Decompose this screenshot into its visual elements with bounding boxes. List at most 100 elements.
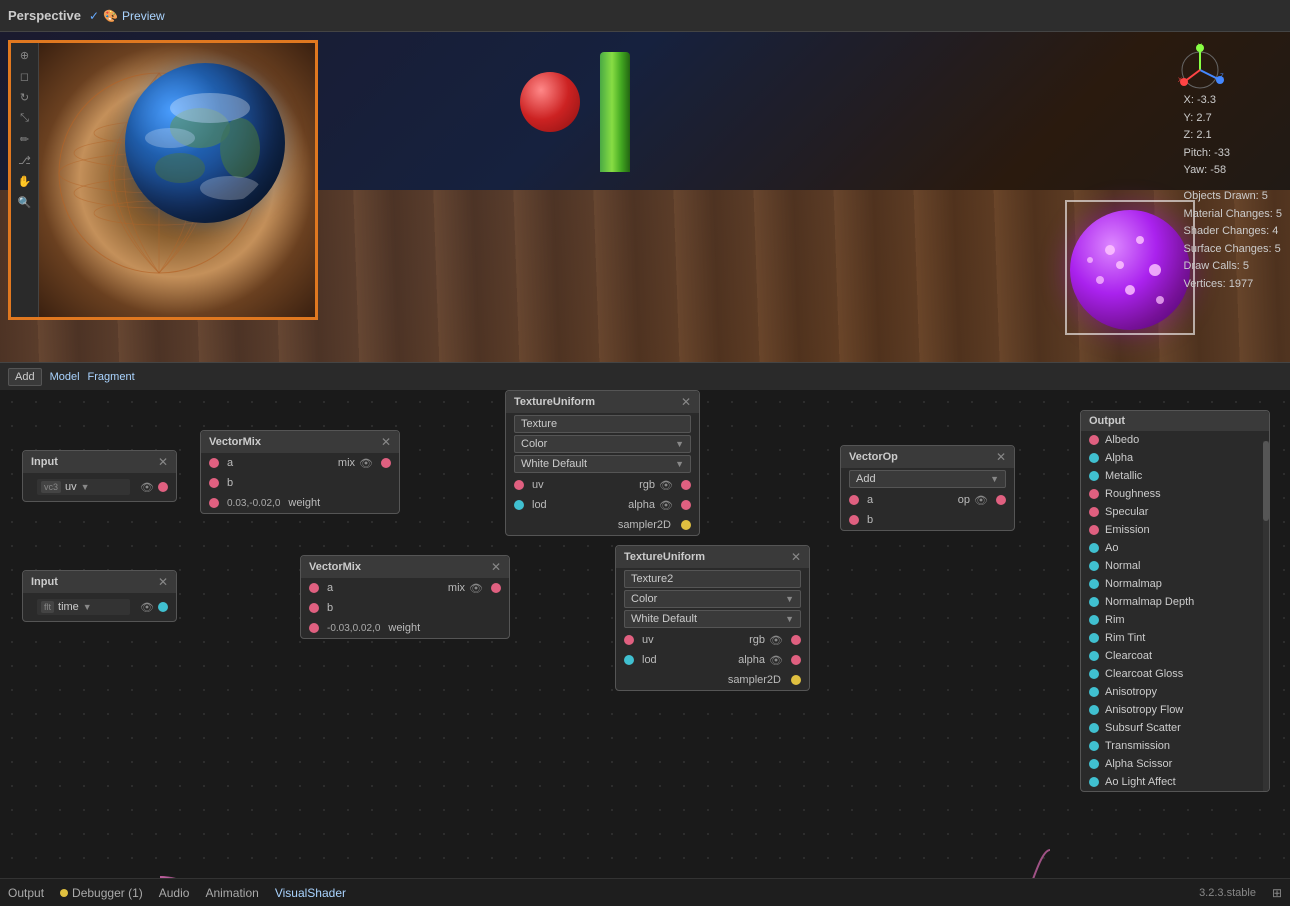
out-metallic-socket[interactable] — [1089, 471, 1099, 481]
tex1-alpha-eye[interactable]: 👁 — [659, 499, 673, 512]
out-transmission-socket[interactable] — [1089, 741, 1099, 751]
texture-uniform-1: TextureUniform ✕ Texture Color ▼ White D… — [505, 390, 700, 536]
tex2-sampler-socket[interactable] — [791, 675, 801, 685]
vm1-weight-socket[interactable] — [209, 498, 219, 508]
out-clearcoat-gloss-socket[interactable] — [1089, 669, 1099, 679]
tex1-close[interactable]: ✕ — [681, 395, 691, 409]
out-clearcoat-socket[interactable] — [1089, 651, 1099, 661]
tex2-rgb-eye[interactable]: 👁 — [769, 634, 783, 647]
tex1-lod-socket[interactable] — [514, 500, 524, 510]
vector-mix-2-close[interactable]: ✕ — [491, 560, 501, 574]
tool-pan[interactable]: ✋ — [16, 173, 34, 190]
out-alpha-scissor: Alpha Scissor — [1081, 755, 1269, 773]
output-scrollbar[interactable] — [1263, 441, 1269, 791]
out-rim-tint-socket[interactable] — [1089, 633, 1099, 643]
input-2-output-socket[interactable] — [158, 602, 168, 612]
tex1-uv-socket[interactable] — [514, 480, 524, 490]
tex1-lod-label: lod — [532, 499, 547, 511]
tool-zoom[interactable]: 🔍 — [16, 194, 34, 211]
tex2-lod-socket[interactable] — [624, 655, 634, 665]
preview-toggle[interactable]: ✓ 🎨 Preview — [89, 9, 165, 23]
tex2-close[interactable]: ✕ — [791, 550, 801, 564]
vop-b-socket[interactable] — [849, 515, 859, 525]
out-anisotropy-socket[interactable] — [1089, 687, 1099, 697]
vm1-mix-label: mix — [338, 457, 355, 469]
input-2-eye[interactable]: 👁 — [140, 601, 154, 614]
node-editor[interactable]: Input ✕ vc3 uv ▼ 👁 Input ✕ flt time ▼ 👁 — [0, 390, 1290, 878]
add-button[interactable]: Add — [8, 368, 42, 386]
tool-knife[interactable]: ⎇ — [16, 152, 33, 169]
input-1-output-socket[interactable] — [158, 482, 168, 492]
vm2-a-socket[interactable] — [309, 583, 319, 593]
input-node-2-close[interactable]: ✕ — [158, 575, 168, 589]
out-subsurf-socket[interactable] — [1089, 723, 1099, 733]
tool-rotate[interactable]: ↻ — [18, 89, 31, 106]
tex2-texture-dropdown[interactable]: Texture2 — [624, 570, 801, 588]
out-specular-socket[interactable] — [1089, 507, 1099, 517]
tex2-uv-socket[interactable] — [624, 635, 634, 645]
tool-move[interactable]: ⊕ — [18, 47, 31, 64]
tex2-white-dropdown[interactable]: White Default ▼ — [624, 610, 801, 628]
stat-surface: Surface Changes: 5 — [1184, 241, 1282, 259]
out-roughness-socket[interactable] — [1089, 489, 1099, 499]
input-node-1-close[interactable]: ✕ — [158, 455, 168, 469]
bottom-output[interactable]: Output — [8, 886, 44, 900]
vm2-mix-eye[interactable]: 👁 — [469, 582, 483, 595]
out-alpha-socket[interactable] — [1089, 453, 1099, 463]
bottom-animation[interactable]: Animation — [205, 886, 258, 900]
layout-icon[interactable]: ⊞ — [1272, 886, 1282, 900]
bottom-visual-shader[interactable]: VisualShader — [275, 886, 346, 900]
bottom-audio[interactable]: Audio — [159, 886, 190, 900]
tex1-texture-label: Texture — [521, 418, 557, 430]
vm2-mix-socket[interactable] — [491, 583, 501, 593]
tool-edit[interactable]: ✏ — [18, 131, 31, 148]
tool-scale[interactable]: ⤡ — [18, 110, 31, 127]
vm2-weight-socket[interactable] — [309, 623, 319, 633]
out-albedo-socket[interactable] — [1089, 435, 1099, 445]
out-normalmap-socket[interactable] — [1089, 579, 1099, 589]
vm2-b-socket[interactable] — [309, 603, 319, 613]
tex1-sampler-socket[interactable] — [681, 520, 691, 530]
out-anisotropy-flow-socket[interactable] — [1089, 705, 1099, 715]
out-emission: Emission — [1081, 521, 1269, 539]
stat-z: Z: 2.1 — [1184, 127, 1282, 145]
out-ao-socket[interactable] — [1089, 543, 1099, 553]
tex2-rgb-socket[interactable] — [791, 635, 801, 645]
vop-op-dropdown[interactable]: Add ▼ — [849, 470, 1006, 488]
vm2-weight-label: weight — [388, 622, 420, 634]
tex2-alpha-eye[interactable]: 👁 — [769, 654, 783, 667]
vop-op-eye[interactable]: 👁 — [974, 494, 988, 507]
viewport-3d[interactable]: ⊕ ◻ ↻ ⤡ ✏ ⎇ ✋ 🔍 — [0, 32, 1290, 390]
vm1-mix-socket[interactable] — [381, 458, 391, 468]
stat-materials: Material Changes: 5 — [1184, 206, 1282, 224]
out-emission-socket[interactable] — [1089, 525, 1099, 535]
out-ao-light-socket[interactable] — [1089, 777, 1099, 787]
tex1-color-dropdown[interactable]: Color ▼ — [514, 435, 691, 453]
input-1-eye[interactable]: 👁 — [140, 481, 154, 494]
bottom-debugger[interactable]: Debugger (1) — [72, 886, 143, 900]
debugger-dot — [60, 889, 68, 897]
tex1-white-dropdown[interactable]: White Default ▼ — [514, 455, 691, 473]
vm1-b-socket[interactable] — [209, 478, 219, 488]
tex2-uv-row: uv rgb 👁 — [616, 630, 809, 650]
vop-out-socket[interactable] — [996, 495, 1006, 505]
tex2-color-dropdown[interactable]: Color ▼ — [624, 590, 801, 608]
tex1-alpha-socket[interactable] — [681, 500, 691, 510]
tex2-sampler-row: sampler2D — [616, 670, 809, 690]
out-normal-socket[interactable] — [1089, 561, 1099, 571]
out-rim-socket[interactable] — [1089, 615, 1099, 625]
tool-select[interactable]: ◻ — [18, 68, 31, 85]
input-1-chevron[interactable]: ▼ — [81, 482, 90, 492]
tex1-rgb-eye[interactable]: 👁 — [659, 479, 673, 492]
vm1-a-socket[interactable] — [209, 458, 219, 468]
vm1-mix-eye[interactable]: 👁 — [359, 457, 373, 470]
out-alpha-scissor-socket[interactable] — [1089, 759, 1099, 769]
out-normalmap-depth-socket[interactable] — [1089, 597, 1099, 607]
vop-close[interactable]: ✕ — [996, 450, 1006, 464]
tex2-alpha-socket[interactable] — [791, 655, 801, 665]
input-2-chevron[interactable]: ▼ — [83, 602, 92, 612]
vop-a-socket[interactable] — [849, 495, 859, 505]
vector-mix-1-close[interactable]: ✕ — [381, 435, 391, 449]
tex1-texture-dropdown[interactable]: Texture — [514, 415, 691, 433]
tex1-rgb-socket[interactable] — [681, 480, 691, 490]
